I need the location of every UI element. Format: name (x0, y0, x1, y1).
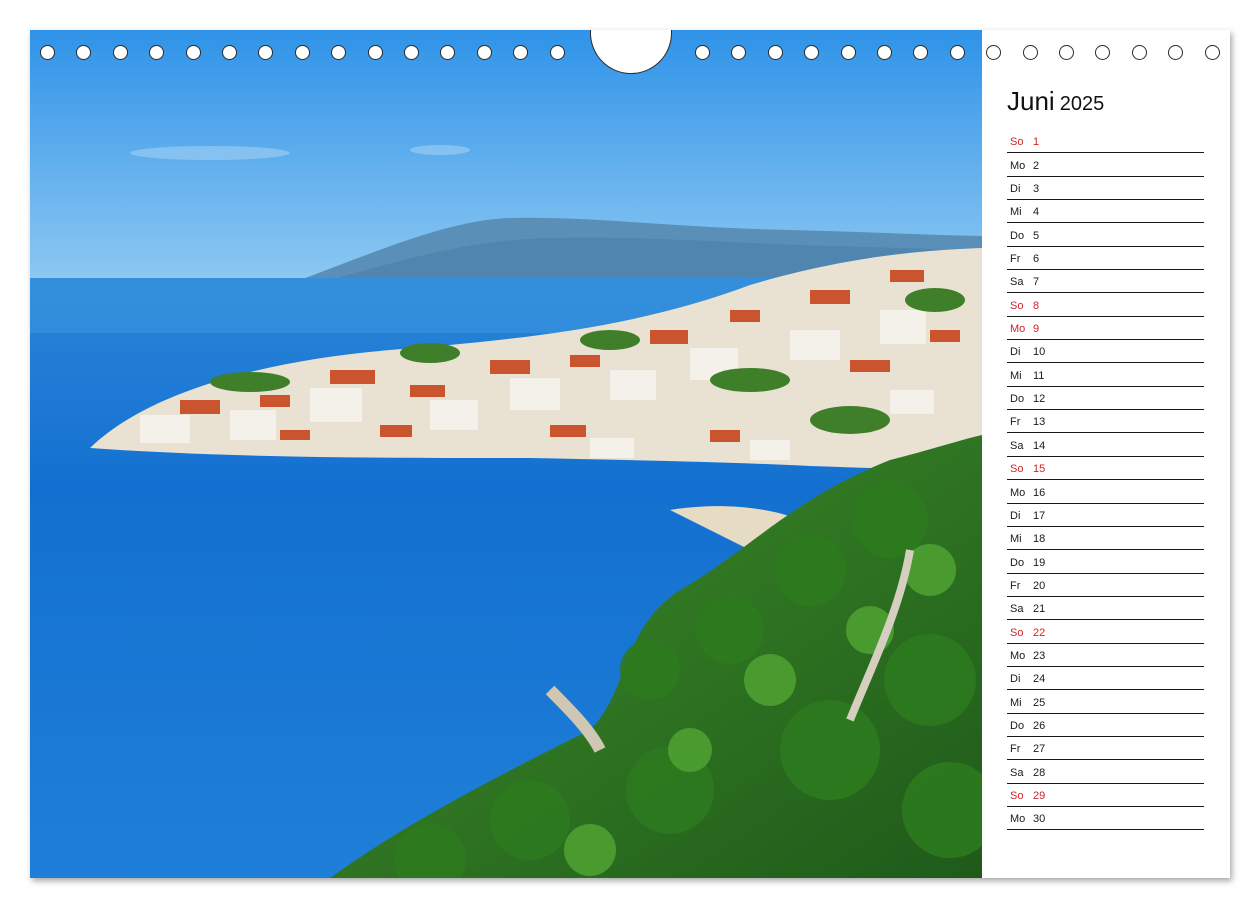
day-row: Mi 11 (1007, 363, 1204, 387)
day-row: Do 19 (1007, 550, 1204, 574)
day-number: 25 (1033, 696, 1046, 709)
day-number: 2 (1033, 159, 1040, 172)
day-row: Mi 25 (1007, 690, 1204, 714)
month-name: Juni (1007, 86, 1055, 116)
day-number: 8 (1033, 299, 1040, 312)
weekday-label: Mi (1010, 696, 1022, 709)
weekday-label: Fr (1010, 253, 1021, 266)
weekday-label: So (1010, 136, 1024, 149)
day-row: Mo 16 (1007, 480, 1204, 504)
day-number: 10 (1033, 346, 1046, 359)
weekday-label: Sa (1010, 276, 1024, 289)
day-number: 6 (1033, 253, 1040, 266)
day-number: 29 (1033, 789, 1046, 802)
day-list: So 1 Mo 2 Di 3 Mi 4 Do 5 Fr 6 Sa 7 So 8 Mo 9 Di 10 Mi 11 Do 12 F… (1007, 130, 1204, 831)
day-number: 23 (1033, 649, 1046, 662)
weekday-label: Mo (1010, 159, 1026, 172)
day-number: 1 (1033, 136, 1040, 149)
day-number: 3 (1033, 183, 1040, 196)
day-row: So 15 (1007, 457, 1204, 481)
weekday-label: Mi (1010, 533, 1022, 546)
day-number: 20 (1033, 579, 1046, 592)
weekday-label: Fr (1010, 743, 1021, 756)
day-number: 17 (1033, 509, 1046, 522)
calendar-panel: Juni 2025 So 1 Mo 2 Di 3 Mi 4 Do 5 Fr 6 Sa 7 So 8 Mo 9 Di 10… (982, 30, 1230, 878)
day-row: So 29 (1007, 784, 1204, 807)
day-number: 11 (1033, 369, 1045, 382)
day-row: Do 12 (1007, 387, 1204, 411)
day-row: Do 5 (1007, 223, 1204, 247)
day-row: Mi 18 (1007, 527, 1204, 551)
day-row: Di 17 (1007, 504, 1204, 527)
weekday-label: Mi (1010, 369, 1022, 382)
weekday-label: Mo (1010, 813, 1026, 826)
day-number: 9 (1033, 323, 1040, 336)
weekday-label: Di (1010, 346, 1021, 359)
day-number: 12 (1033, 393, 1046, 406)
day-number: 13 (1033, 416, 1046, 429)
day-row: Di 24 (1007, 667, 1204, 691)
day-number: 22 (1033, 626, 1046, 639)
day-row: Mo 30 (1007, 807, 1204, 831)
day-row: Sa 21 (1007, 597, 1204, 621)
day-number: 28 (1033, 766, 1046, 779)
day-row: Fr 6 (1007, 247, 1204, 271)
day-number: 16 (1033, 486, 1046, 499)
day-number: 19 (1033, 556, 1046, 569)
weekday-label: Mo (1010, 649, 1026, 662)
day-row: Fr 27 (1007, 737, 1204, 761)
calendar-title: Juni 2025 (1007, 86, 1104, 117)
coastline-photo-drawing (30, 30, 982, 878)
coastline-photo (30, 30, 982, 878)
weekday-label: Do (1010, 719, 1025, 732)
weekday-label: Do (1010, 229, 1025, 242)
day-row: So 8 (1007, 293, 1204, 317)
day-row: Fr 13 (1007, 410, 1204, 434)
day-number: 14 (1033, 439, 1046, 452)
day-row: Mo 23 (1007, 644, 1204, 667)
weekday-label: So (1010, 299, 1024, 312)
weekday-label: Sa (1010, 603, 1024, 616)
day-number: 24 (1033, 673, 1046, 686)
day-row: So 22 (1007, 620, 1204, 644)
weekday-label: So (1010, 463, 1024, 476)
day-row: Sa 28 (1007, 760, 1204, 784)
weekday-label: Sa (1010, 766, 1024, 779)
day-row: Di 10 (1007, 340, 1204, 364)
weekday-label: Mi (1010, 206, 1022, 219)
day-row: Do 26 (1007, 714, 1204, 737)
day-row: Sa 14 (1007, 433, 1204, 457)
day-row: Mo 9 (1007, 317, 1204, 341)
weekday-label: Di (1010, 673, 1021, 686)
weekday-label: Mo (1010, 486, 1026, 499)
calendar-page: Juni 2025 So 1 Mo 2 Di 3 Mi 4 Do 5 Fr 6 Sa 7 So 8 Mo 9 Di 10… (30, 30, 1230, 878)
day-row: So 1 (1007, 130, 1204, 154)
day-number: 5 (1033, 229, 1040, 242)
day-number: 4 (1033, 206, 1040, 219)
day-number: 7 (1033, 276, 1040, 289)
weekday-label: Di (1010, 183, 1021, 196)
day-row: Fr 20 (1007, 574, 1204, 597)
weekday-label: Di (1010, 509, 1021, 522)
day-number: 26 (1033, 719, 1046, 732)
weekday-label: Fr (1010, 416, 1021, 429)
day-number: 21 (1033, 603, 1046, 616)
day-row: Mo 2 (1007, 153, 1204, 177)
weekday-label: Mo (1010, 323, 1026, 336)
weekday-label: Fr (1010, 579, 1021, 592)
weekday-label: So (1010, 626, 1024, 639)
year-label: 2025 (1059, 93, 1105, 115)
day-row: Di 3 (1007, 177, 1204, 201)
weekday-label: Do (1010, 393, 1025, 406)
day-number: 18 (1033, 533, 1046, 546)
weekday-label: Do (1010, 556, 1025, 569)
day-row: Sa 7 (1007, 270, 1204, 294)
day-number: 30 (1033, 813, 1046, 826)
day-row: Mi 4 (1007, 200, 1204, 224)
day-number: 27 (1033, 743, 1046, 756)
weekday-label: So (1010, 789, 1024, 802)
day-number: 15 (1033, 463, 1046, 476)
weekday-label: Sa (1010, 439, 1024, 452)
